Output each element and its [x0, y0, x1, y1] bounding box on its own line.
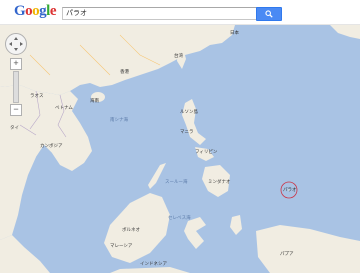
label-cambodia: カンボジア: [40, 142, 63, 149]
map-graphic: 日本 台湾 香港 海南 ベトナム ラオス タイ カンボジア 南シナ海 ルソン島 …: [0, 25, 360, 273]
land-palawan: [148, 163, 166, 189]
search-input[interactable]: パラオ: [62, 7, 258, 20]
label-philippines: フィリピン: [195, 149, 218, 155]
label-hong-kong: 香港: [120, 68, 129, 75]
label-indonesia: インドネシア: [140, 261, 167, 267]
label-borneo: ボルネオ: [122, 226, 140, 233]
label-vietnam: ベトナム: [55, 105, 73, 111]
zoom-slider[interactable]: [13, 71, 19, 103]
label-papua: パプア: [280, 251, 294, 257]
logo-letter: G: [14, 3, 26, 19]
pan-control[interactable]: [5, 33, 27, 55]
logo-letter: e: [49, 3, 57, 19]
label-taiwan: 台湾: [174, 52, 183, 59]
label-thailand: タイ: [10, 124, 19, 131]
land-new-guinea: [256, 225, 360, 273]
zoom-in-button[interactable]: +: [10, 58, 22, 70]
land-japan: [330, 25, 360, 39]
label-hainan: 海南: [90, 97, 99, 104]
land-java: [110, 267, 190, 273]
pan-control-icon: [9, 37, 23, 51]
land-luzon: [182, 99, 206, 145]
label-celebes-sea: セレベス海: [168, 214, 191, 221]
land-halmahera: [230, 215, 242, 235]
map-canvas[interactable]: 日本 台湾 香港 海南 ベトナム ラオス タイ カンボジア 南シナ海 ルソン島 …: [0, 25, 360, 273]
land-sulawesi: [184, 217, 206, 249]
label-manila: マニラ: [180, 129, 194, 135]
search-icon: [265, 10, 273, 18]
label-south-china-sea: 南シナ海: [110, 116, 128, 123]
label-mindanao: ミンダナオ: [208, 178, 231, 185]
label-palau: パラオ: [283, 187, 297, 193]
search-button[interactable]: [256, 7, 282, 21]
label-japan: 日本: [230, 29, 239, 36]
label-sulu-sea: スールー海: [165, 178, 188, 185]
label-luzon: ルソン島: [180, 108, 198, 115]
label-malaysia: マレーシア: [110, 243, 133, 249]
zoom-out-button[interactable]: −: [10, 104, 22, 116]
top-bar: Google パラオ: [0, 0, 360, 25]
google-logo[interactable]: Google: [14, 3, 57, 20]
label-laos: ラオス: [30, 93, 44, 99]
zoom-control: + −: [10, 58, 22, 116]
land-sumatra: [0, 235, 50, 273]
